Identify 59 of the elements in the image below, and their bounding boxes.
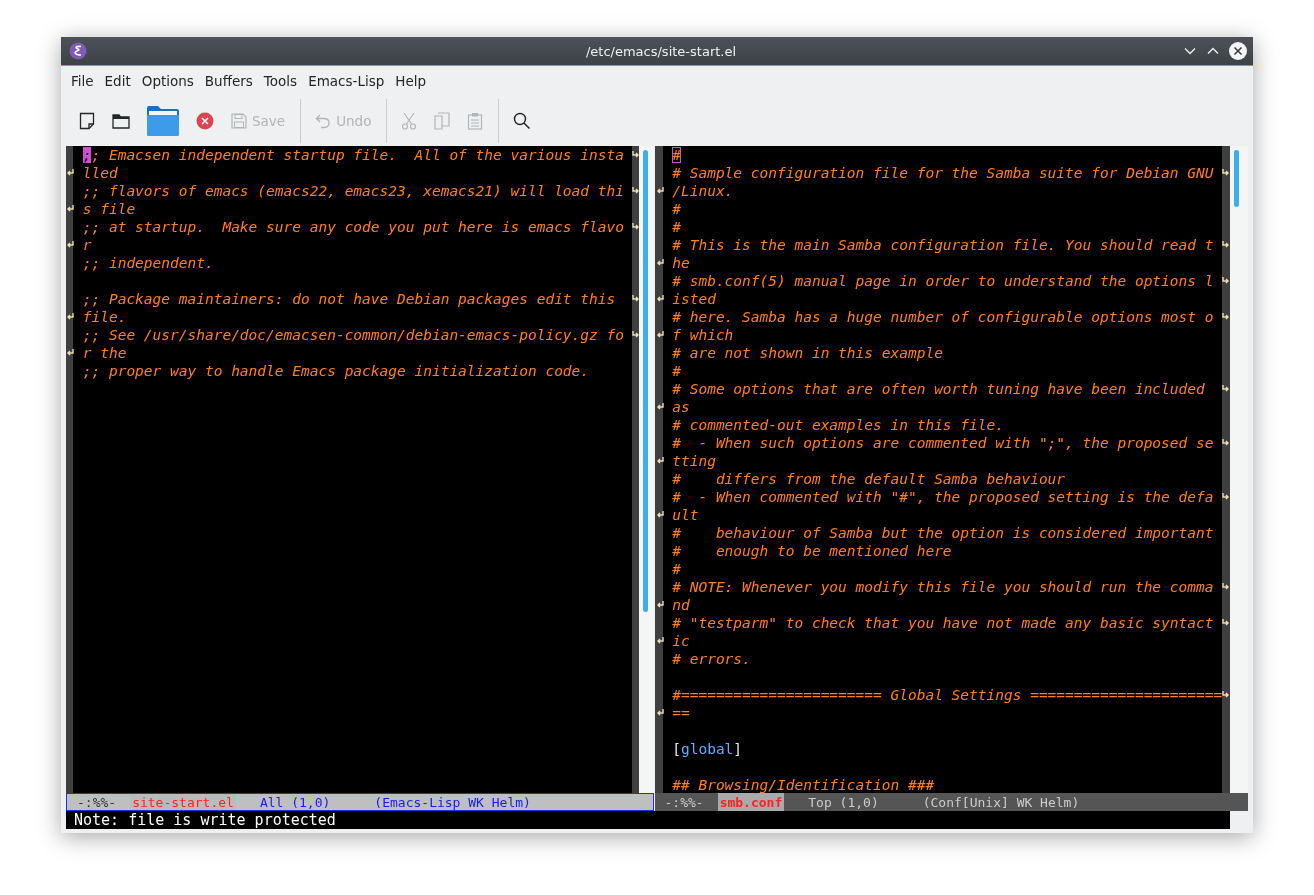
cursor-position: All (1,0) xyxy=(259,794,331,810)
code-line: # errors. xyxy=(672,651,751,667)
code-line: # Sample configuration file for the Samba suite for Debian GNU xyxy=(672,165,1214,181)
menu-item[interactable]: Help xyxy=(389,73,432,89)
code-line: as xyxy=(672,399,690,415)
code-line: # are not shown in this example xyxy=(672,345,943,361)
code-line: ;; proper way to handle Emacs package initialization code. xyxy=(82,363,590,379)
buffer-status: -:%%- xyxy=(664,794,704,810)
code-line: lled xyxy=(82,165,118,181)
major-mode[interactable]: (Emacs-Lisp WK Helm) xyxy=(374,794,531,810)
code-line: ic xyxy=(672,633,690,649)
code-line: # here. Samba has a huge number of configurable options most o xyxy=(672,309,1214,325)
cursor-position: Top (1,0) xyxy=(808,794,879,810)
code-line: # differs from the default Samba behaviour xyxy=(672,471,1066,487)
window-title: /etc/emacs/site-start.el xyxy=(584,43,738,59)
code-line: isted xyxy=(672,291,716,307)
code-line: # - When such options are commented with ";", the proposed se xyxy=(672,435,1214,451)
code-line: f which xyxy=(672,327,734,343)
code-line: #======================= Global Settings ====================== xyxy=(672,687,1223,703)
section-header: [global] xyxy=(672,741,743,757)
menu-item[interactable]: Buffers xyxy=(198,73,258,89)
code-line: # Some options that are often worth tuning have been included xyxy=(672,381,1206,397)
echo-message: Note: file is write protected xyxy=(73,811,336,829)
code-line: # commented-out examples in this file. xyxy=(672,417,1004,433)
code-line: s file xyxy=(82,201,136,217)
major-mode[interactable]: (Conf[Unix] WK Helm) xyxy=(922,794,1080,810)
code-line: # xyxy=(672,201,681,217)
code-line: /Linux. xyxy=(672,183,734,199)
code-line: ult xyxy=(672,507,699,523)
code-line: r the xyxy=(82,345,127,361)
code-line: file. xyxy=(82,309,127,325)
menu-item[interactable]: Edit xyxy=(98,73,136,89)
code-line: # enough to be mentioned here xyxy=(672,543,952,559)
menu-item[interactable]: File xyxy=(65,73,99,89)
code-line: ;; independent. xyxy=(82,255,214,271)
code-line: ;; Emacsen independent startup file. All of the various insta xyxy=(82,147,624,163)
code-line: ## Browsing/Identification ### xyxy=(672,777,935,793)
code-line: ;; Package maintainers: do not have Debian packages edit this xyxy=(82,291,617,307)
code-line: # behaviour of Samba but the option is considered important xyxy=(672,525,1214,541)
code-line: # smb.conf(5) manual page in order to understand the options l xyxy=(672,273,1214,289)
code-line: he xyxy=(672,255,690,271)
code-line: # NOTE: Whenever you modify this file you should run the comma xyxy=(672,579,1214,595)
code-line: ;; flavors of emacs (emacs22, emacs23, xemacs21) will load thi xyxy=(82,183,624,199)
code-line: # "testparm" to check that you have not made any basic syntact xyxy=(672,615,1214,631)
code-line: # xyxy=(672,219,681,235)
menu-item[interactable]: Emacs-Lisp xyxy=(302,73,390,89)
code-line: # This is the main Samba configuration file. You should read t xyxy=(672,237,1214,253)
code-line: == xyxy=(672,705,690,721)
code-line: tting xyxy=(672,453,716,469)
code-line: # - When commented with "#", the proposed setting is the defa xyxy=(672,489,1214,505)
buffer-status: -:%%- xyxy=(77,794,117,810)
menu-item[interactable]: Tools xyxy=(257,73,303,89)
code-line: nd xyxy=(672,597,690,613)
code-line: ;; See /usr/share/doc/emacsen-common/debian-emacs-policy.gz fo xyxy=(82,327,624,343)
code-line: # xyxy=(672,363,681,379)
code-line: # xyxy=(672,561,681,577)
code-line: ;; at startup. Make sure any code you put here is emacs flavo xyxy=(82,219,624,235)
code-line: r xyxy=(82,237,92,253)
menu-item[interactable]: Options xyxy=(135,73,199,89)
